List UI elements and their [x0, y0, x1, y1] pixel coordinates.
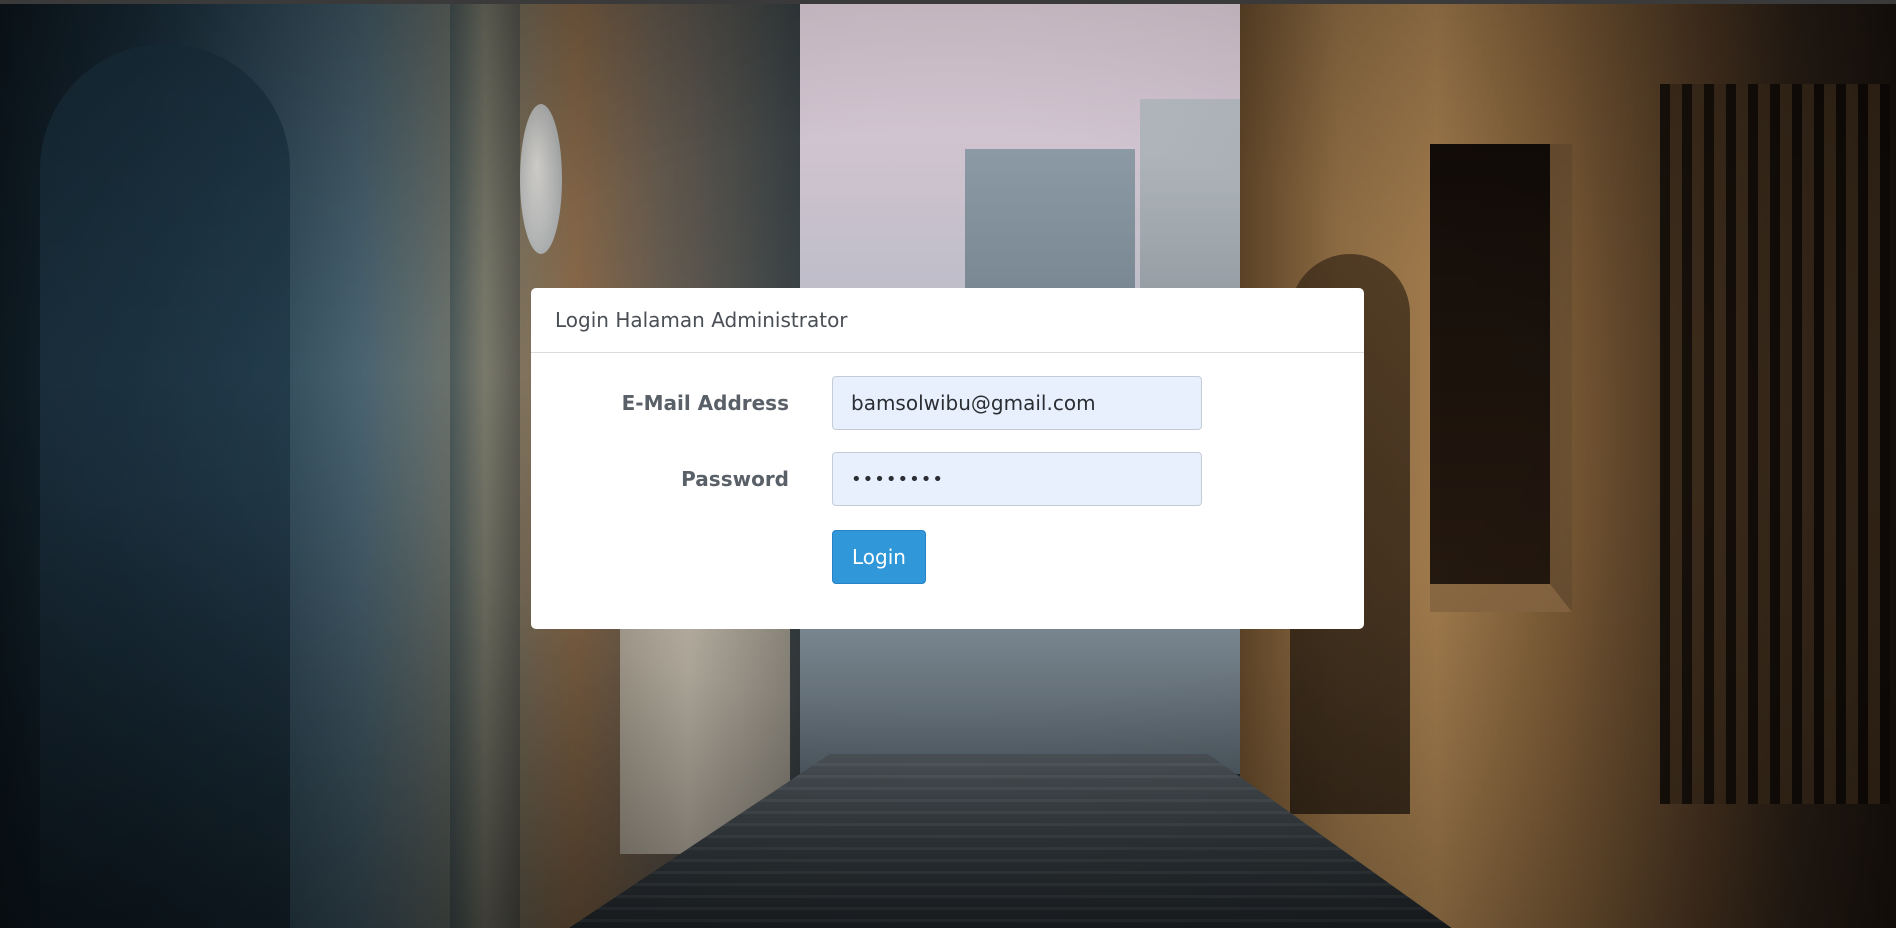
- card-title: Login Halaman Administrator: [555, 308, 848, 332]
- login-card: Login Halaman Administrator E-Mail Addre…: [531, 288, 1364, 629]
- password-row: Password: [531, 452, 1364, 506]
- top-border: [0, 0, 1896, 4]
- login-button[interactable]: Login: [832, 530, 926, 584]
- email-field[interactable]: [832, 376, 1202, 430]
- password-label: Password: [681, 467, 789, 491]
- password-field[interactable]: [832, 452, 1202, 506]
- email-row: E-Mail Address: [531, 376, 1364, 430]
- email-label: E-Mail Address: [621, 391, 789, 415]
- card-header: Login Halaman Administrator: [531, 288, 1364, 353]
